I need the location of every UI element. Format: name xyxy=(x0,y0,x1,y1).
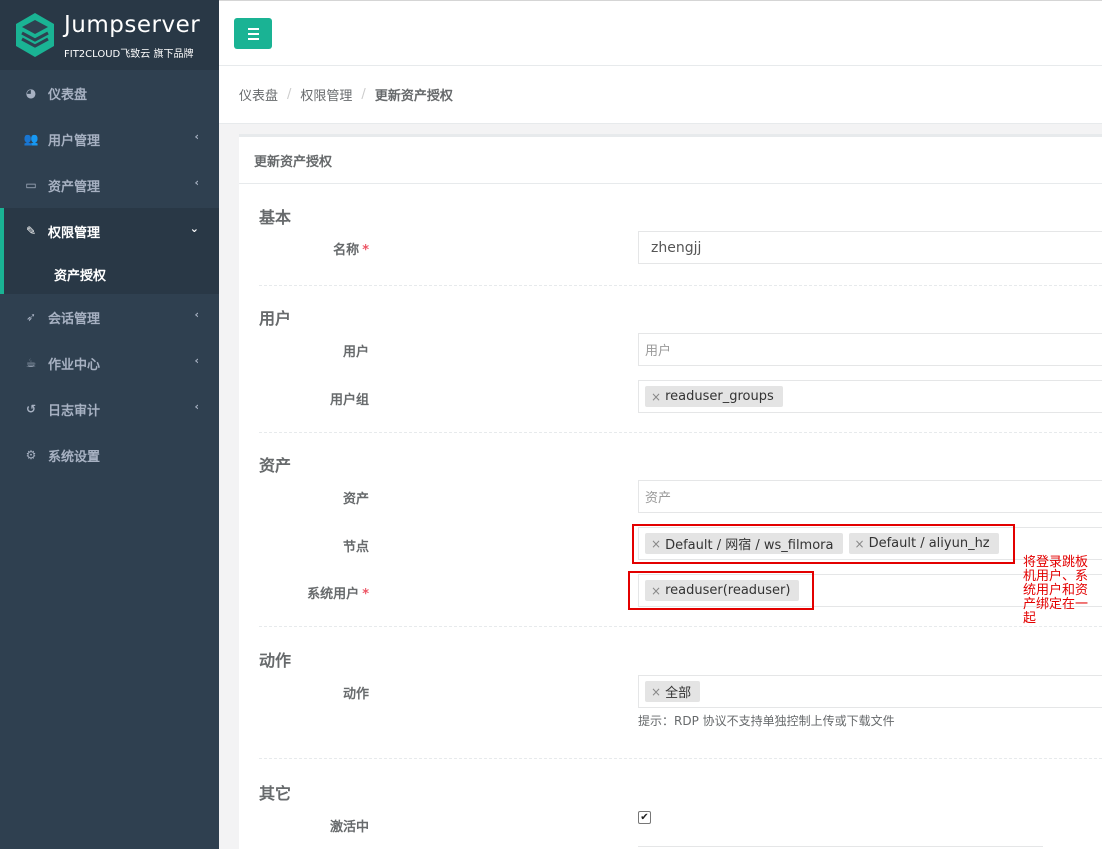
jumpserver-logo-icon xyxy=(16,13,54,57)
highlight-box xyxy=(628,571,814,610)
chevron-left-icon: ‹ xyxy=(194,400,199,413)
system-users-label: 系统用户 * xyxy=(239,583,369,602)
dashboard-icon: ◕ xyxy=(25,86,37,100)
users-icon: 👥 xyxy=(23,132,39,146)
sidebar-item-label: 系统设置 xyxy=(48,449,101,465)
sidebar-item-label: 权限管理 xyxy=(48,225,101,241)
name-input-value: zhengjj xyxy=(651,239,702,256)
users-select[interactable]: 用户 xyxy=(638,333,1102,366)
panel-title: 更新资产授权 xyxy=(239,137,1102,184)
name-label: 名称 * xyxy=(239,239,369,258)
sidebar-item-perms[interactable]: ✎ 权限管理 ⌄ xyxy=(4,208,219,254)
sidebar: Jumpserver FIT2CLOUD飞致云 旗下品牌 ◕ 仪表盘 👥 用户管… xyxy=(0,0,219,849)
chevron-left-icon: ‹ xyxy=(194,308,199,321)
user-groups-select[interactable]: × readuser_groups xyxy=(638,380,1102,413)
edit-icon: ✎ xyxy=(25,224,37,238)
active-label: 激活中 xyxy=(329,820,369,835)
divider xyxy=(259,432,1102,433)
sidebar-item-label: 日志审计 xyxy=(48,403,101,419)
inbox-icon: ▭ xyxy=(25,178,37,192)
highlight-box xyxy=(632,524,1015,564)
breadcrumb-separator: / xyxy=(287,87,292,102)
nodes-label: 节点 xyxy=(342,540,369,555)
divider xyxy=(259,285,1102,286)
chevron-left-icon: ‹ xyxy=(194,176,199,189)
check-icon: ✔ xyxy=(640,811,649,823)
required-mark: * xyxy=(362,243,369,258)
chevron-left-icon: ‹ xyxy=(194,130,199,143)
section-basic: 基本 xyxy=(259,208,292,227)
divider xyxy=(259,626,1102,627)
sidebar-item-users[interactable]: 👥 用户管理 ‹ xyxy=(0,116,219,162)
chevron-left-icon: ‹ xyxy=(194,354,199,367)
system-users-label-text: 系统用户 xyxy=(307,587,360,602)
active-checkbox[interactable]: ✔ xyxy=(638,811,651,824)
coffee-icon: ☕ xyxy=(25,356,37,370)
sidebar-item-sessions[interactable]: ➶ 会话管理 ‹ xyxy=(0,294,219,340)
divider xyxy=(259,758,1102,759)
users-placeholder: 用户 xyxy=(645,344,672,359)
sidebar-item-settings[interactable]: ⚙ 系统设置 xyxy=(0,432,219,478)
breadcrumb: 仪表盘 / 权限管理 / 更新资产授权 xyxy=(219,66,1102,124)
section-user: 用户 xyxy=(259,309,292,328)
sidebar-item-assets[interactable]: ▭ 资产管理 ‹ xyxy=(0,162,219,208)
breadcrumb-parent[interactable]: 权限管理 xyxy=(300,85,352,104)
gears-icon: ⚙ xyxy=(25,448,37,462)
rocket-icon: ➶ xyxy=(25,310,37,324)
sidebar-subitem-asset-permission[interactable]: 资产授权 xyxy=(4,254,219,294)
section-action: 动作 xyxy=(259,651,292,670)
name-label-text: 名称 xyxy=(333,243,360,258)
brand-title: Jumpserver xyxy=(64,12,201,38)
required-mark: * xyxy=(362,587,369,602)
brand-subtitle: FIT2CLOUD飞致云 旗下品牌 xyxy=(64,49,194,60)
action-tag: × 全部 xyxy=(645,681,701,702)
sidebar-item-label: 资产管理 xyxy=(48,179,101,195)
annotation-note: 将登录跳板机用户、系统用户和资产绑定在一起 xyxy=(1023,555,1089,626)
assets-label: 资产 xyxy=(342,492,369,507)
users-label: 用户 xyxy=(342,345,369,360)
menu-toggle-button[interactable] xyxy=(234,18,272,49)
sidebar-item-label: 会话管理 xyxy=(48,311,101,327)
actions-label: 动作 xyxy=(342,687,369,702)
user-group-tag: × readuser_groups xyxy=(645,386,783,407)
hamburger-icon-line xyxy=(247,37,259,40)
actions-select[interactable]: × 全部 xyxy=(638,675,1102,708)
sidebar-item-jobs[interactable]: ☕ 作业中心 ‹ xyxy=(0,340,219,386)
remove-tag-icon[interactable]: × xyxy=(651,390,661,404)
hamburger-icon-line xyxy=(247,32,259,35)
logo[interactable]: Jumpserver FIT2CLOUD飞致云 旗下品牌 xyxy=(0,0,219,70)
sidebar-item-label: 仪表盘 xyxy=(48,87,88,103)
breadcrumb-home[interactable]: 仪表盘 xyxy=(239,85,278,104)
actions-hint: 提示：RDP 协议不支持单独控制上传或下载文件 xyxy=(638,714,895,728)
sidebar-group-perms: ✎ 权限管理 ⌄ 资产授权 xyxy=(0,208,219,294)
assets-select[interactable]: 资产 xyxy=(638,480,1102,513)
sidebar-item-audit[interactable]: ↺ 日志审计 ‹ xyxy=(0,386,219,432)
name-input[interactable]: zhengjj xyxy=(638,231,1102,264)
chevron-down-icon: ⌄ xyxy=(189,222,199,235)
tag-label: 全部 xyxy=(665,686,692,701)
remove-tag-icon[interactable]: × xyxy=(651,685,661,699)
section-other: 其它 xyxy=(259,784,292,803)
breadcrumb-current: 更新资产授权 xyxy=(374,89,453,104)
tag-label: readuser_groups xyxy=(665,389,774,404)
sidebar-item-label: 作业中心 xyxy=(48,357,101,373)
breadcrumb-separator: / xyxy=(361,87,366,102)
user-groups-label: 用户组 xyxy=(329,393,369,408)
hamburger-icon xyxy=(247,27,259,30)
topbar xyxy=(219,4,1102,66)
history-icon: ↺ xyxy=(25,402,37,416)
assets-placeholder: 资产 xyxy=(645,491,672,506)
section-asset: 资产 xyxy=(259,456,292,475)
sidebar-item-label: 用户管理 xyxy=(48,133,101,149)
sidebar-item-dashboard[interactable]: ◕ 仪表盘 xyxy=(0,70,219,116)
